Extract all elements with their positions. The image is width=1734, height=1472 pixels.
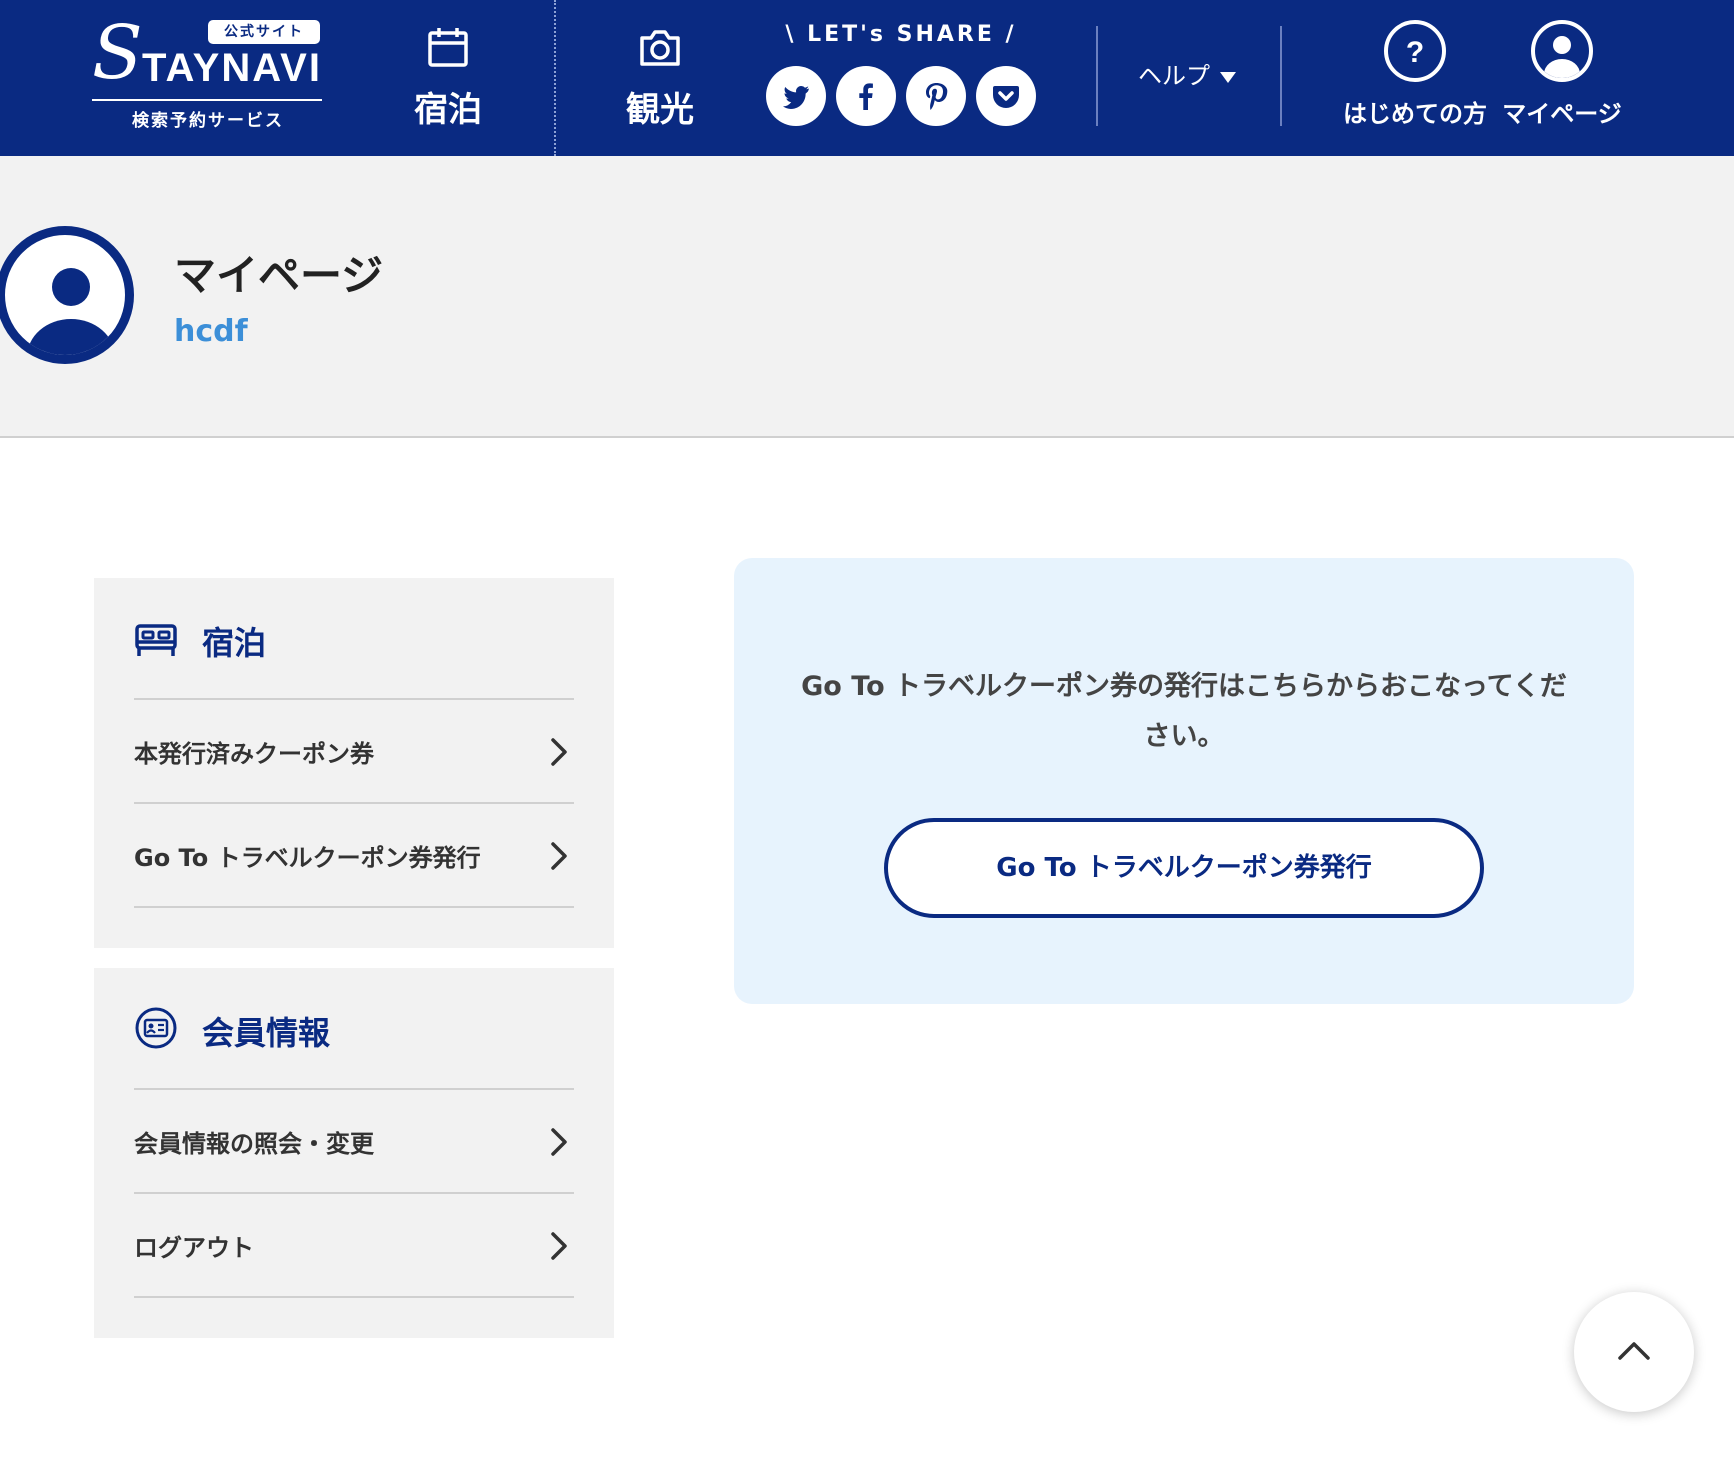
page-title: マイページ bbox=[174, 251, 384, 300]
nav-mypage[interactable]: マイページ bbox=[1500, 20, 1624, 130]
goto-coupon-issue-button[interactable]: Go To トラベルクーポン券発行 bbox=[884, 818, 1484, 918]
link-logout-label: ログアウト bbox=[134, 1234, 254, 1262]
link-issued-coupons[interactable]: 本発行済みクーポン券 bbox=[134, 700, 574, 802]
header-divider-right bbox=[1280, 26, 1282, 126]
camera-icon bbox=[640, 30, 680, 66]
link-issued-coupons-label: 本発行済みクーポン券 bbox=[134, 740, 374, 768]
card-heading-member: 会員情報 bbox=[202, 1014, 331, 1052]
svg-text:?: ? bbox=[1406, 36, 1424, 69]
logo-subtitle: 検索予約サービス bbox=[132, 111, 284, 131]
logo-s-mark: S bbox=[92, 10, 143, 96]
panel-message-line1: Go To トラベルクーポン券の発行はこちらからおこなってくだ bbox=[801, 671, 1567, 702]
question-icon: ? bbox=[1384, 20, 1446, 82]
nav-sightseeing[interactable]: 観光 bbox=[610, 0, 710, 156]
chevron-right-icon bbox=[551, 1232, 567, 1260]
site-header: S 公式サイト TAYNAVI 検索予約サービス 宿泊 観光 \ LET's S… bbox=[0, 0, 1734, 156]
nav-stay[interactable]: 宿泊 bbox=[398, 0, 498, 156]
caret-down-icon bbox=[1220, 71, 1236, 83]
nav-stay-label: 宿泊 bbox=[414, 90, 482, 130]
card-header-stay: 宿泊 bbox=[134, 614, 574, 664]
pinterest-icon bbox=[926, 83, 948, 110]
link-member-info-label: 会員情報の照会・変更 bbox=[134, 1130, 374, 1158]
share-pocket-button[interactable] bbox=[976, 66, 1036, 126]
panel-message: Go To トラベルクーポン券の発行はこちらからおこなってくだ さい。 bbox=[794, 662, 1574, 762]
card-header-member: 会員情報 bbox=[134, 1004, 574, 1054]
user-icon bbox=[1531, 20, 1593, 82]
nav-sightseeing-label: 観光 bbox=[626, 90, 694, 130]
card-divider bbox=[134, 1296, 574, 1298]
nav-beginner-label: はじめての方 bbox=[1343, 100, 1487, 128]
link-goto-coupon-issue-label: Go To トラベルクーポン券発行 bbox=[134, 844, 481, 872]
share-twitter-button[interactable] bbox=[766, 66, 826, 126]
logo-wordmark: TAYNAVI bbox=[142, 46, 322, 90]
logo-underline bbox=[92, 99, 322, 101]
panel-message-line2: さい。 bbox=[1143, 721, 1225, 752]
profile-band: マイページ hcdf bbox=[0, 156, 1734, 438]
twitter-icon bbox=[783, 86, 809, 109]
bed-icon bbox=[135, 624, 177, 656]
chevron-right-icon bbox=[551, 1128, 567, 1156]
card-heading-stay: 宿泊 bbox=[202, 624, 267, 662]
staynavi-logo[interactable]: S 公式サイト TAYNAVI 検索予約サービス bbox=[92, 10, 324, 131]
nav-beginner[interactable]: ? はじめての方 bbox=[1340, 20, 1490, 130]
facebook-icon bbox=[859, 83, 873, 110]
sidebar-card-stay: 宿泊 本発行済みクーポン券 Go To トラベルクーポン券発行 bbox=[94, 578, 614, 948]
help-label: ヘルプ bbox=[1138, 62, 1210, 90]
link-goto-coupon-issue[interactable]: Go To トラベルクーポン券発行 bbox=[134, 804, 574, 906]
nav-divider bbox=[554, 0, 556, 156]
share-facebook-button[interactable] bbox=[836, 66, 896, 126]
member-card-icon bbox=[135, 1007, 177, 1049]
user-avatar-icon bbox=[27, 268, 115, 355]
chevron-up-icon bbox=[1618, 1342, 1650, 1360]
chevron-right-icon bbox=[551, 738, 567, 766]
help-dropdown[interactable]: ヘルプ bbox=[1138, 56, 1250, 91]
card-divider bbox=[134, 906, 574, 908]
avatar bbox=[0, 226, 134, 364]
calendar-icon bbox=[428, 28, 468, 67]
pocket-icon bbox=[993, 86, 1019, 108]
share-title: \ LET's SHARE / bbox=[785, 22, 1017, 47]
share-pinterest-button[interactable] bbox=[906, 66, 966, 126]
link-member-info[interactable]: 会員情報の照会・変更 bbox=[134, 1090, 574, 1192]
share-group: \ LET's SHARE / bbox=[762, 22, 1040, 132]
logo-official-badge: 公式サイト bbox=[208, 20, 320, 44]
goto-coupon-panel: Go To トラベルクーポン券の発行はこちらからおこなってくだ さい。 Go T… bbox=[734, 558, 1634, 1004]
header-divider-left bbox=[1096, 26, 1098, 126]
chevron-right-icon bbox=[551, 842, 567, 870]
link-logout[interactable]: ログアウト bbox=[134, 1194, 574, 1296]
username: hcdf bbox=[174, 314, 248, 349]
scroll-to-top-button[interactable] bbox=[1574, 1292, 1694, 1412]
sidebar-card-member: 会員情報 会員情報の照会・変更 ログアウト bbox=[94, 968, 614, 1338]
nav-mypage-label: マイページ bbox=[1502, 100, 1622, 128]
